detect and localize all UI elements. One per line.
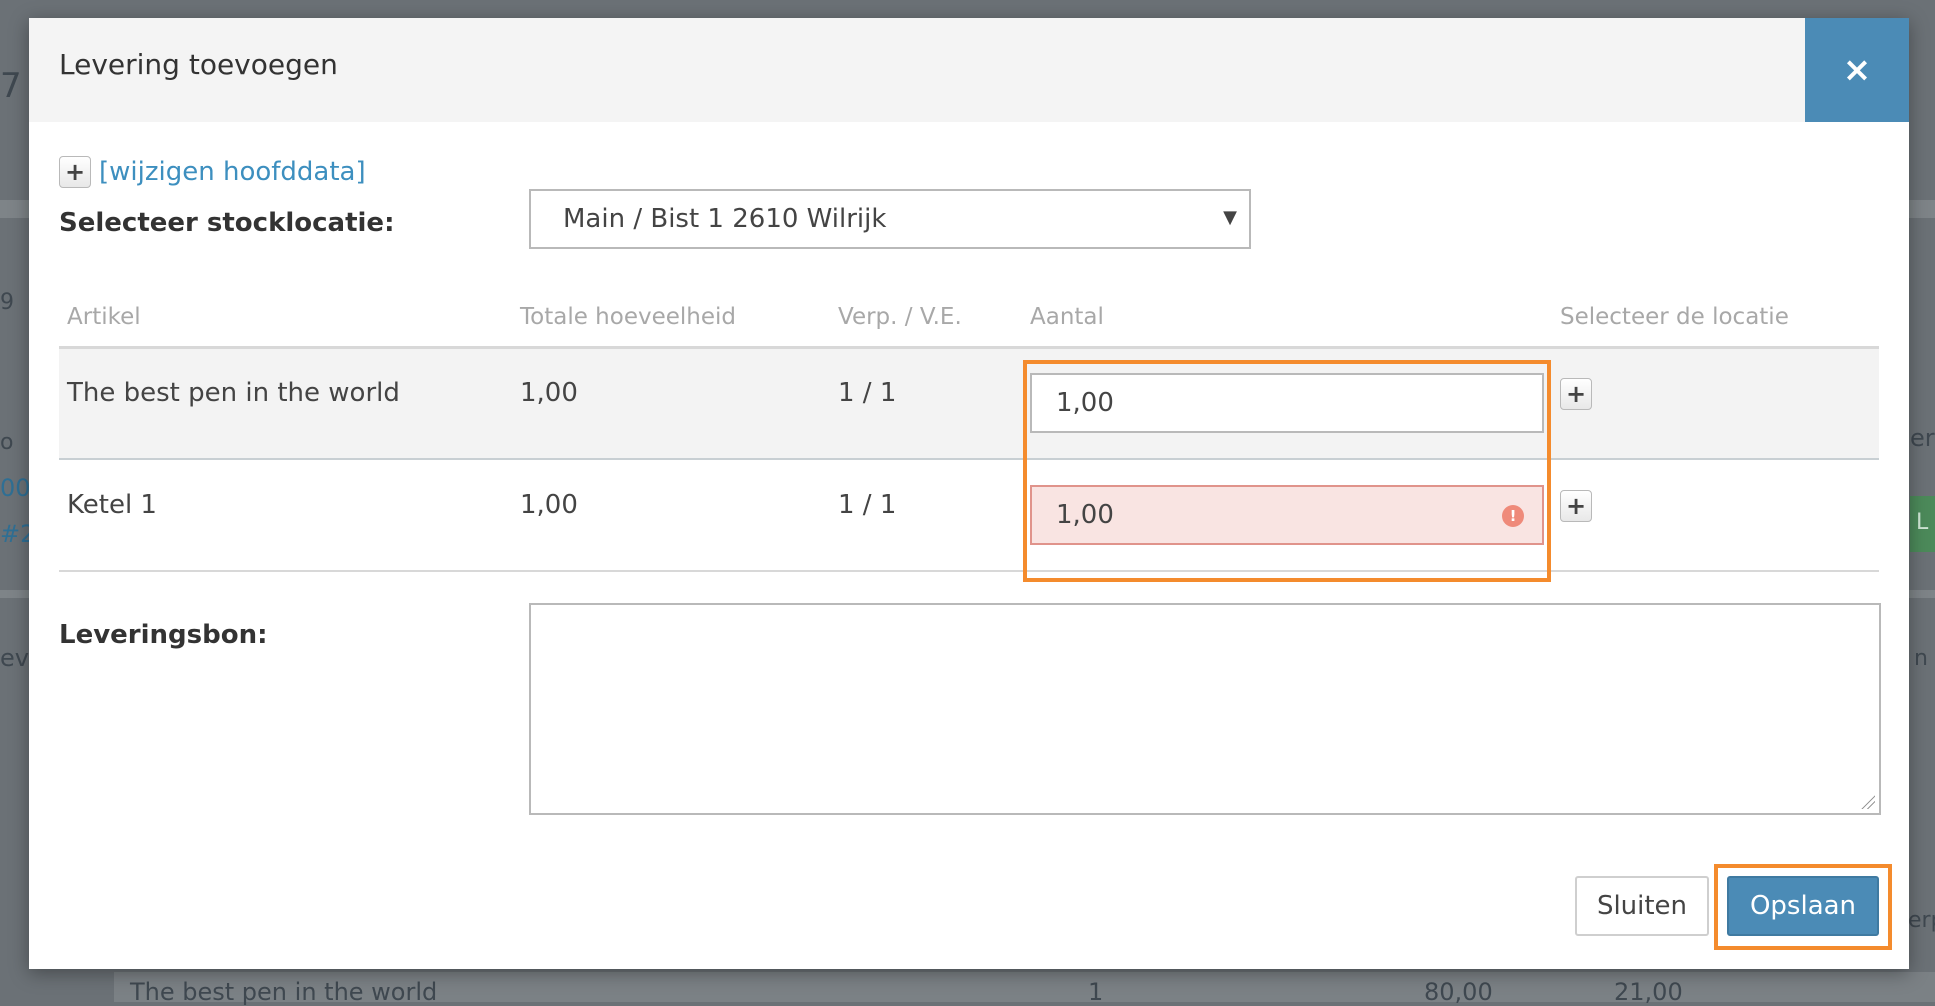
save-highlight-box: [1714, 864, 1892, 950]
row-packaging: 1 / 1: [838, 490, 897, 520]
quantity-highlight-box: [1023, 360, 1551, 582]
background-fragment: 00: [0, 474, 31, 502]
background-fragment: 7: [0, 66, 22, 106]
column-header-packaging: Verp. / V.E.: [838, 304, 962, 330]
add-delivery-modal: Levering toevoegen × + [wijzigen hoofdda…: [29, 18, 1909, 969]
background-fragment: 9: [0, 290, 14, 315]
table-bottom-divider: [59, 570, 1879, 572]
row-article: The best pen in the world: [67, 378, 400, 408]
stock-location-select[interactable]: Main / Bist 1 2610 Wilrijk ▼: [529, 189, 1251, 249]
row-total-quantity: 1,00: [520, 378, 578, 408]
chevron-down-icon: ▼: [1223, 207, 1237, 228]
background-fragment: o: [0, 430, 14, 455]
column-header-quantity: Aantal: [1030, 304, 1104, 330]
stock-location-value: Main / Bist 1 2610 Wilrijk: [563, 204, 887, 234]
background-fragment: L: [1916, 510, 1929, 535]
edit-main-data-row: + [wijzigen hoofddata]: [59, 156, 366, 188]
modal-title: Levering toevoegen: [59, 48, 338, 81]
plus-icon: +: [1565, 380, 1587, 408]
close-modal-button[interactable]: ×: [1805, 18, 1909, 122]
close-icon: ×: [1842, 50, 1872, 90]
edit-main-data-link[interactable]: [wijzigen hoofddata]: [99, 157, 366, 187]
plus-icon: +: [64, 158, 86, 186]
background-fragment: erp: [1908, 908, 1935, 933]
column-header-select-location: Selecteer de locatie: [1560, 304, 1789, 330]
delivery-note-textarea[interactable]: [529, 603, 1881, 815]
delivery-note-label: Leveringsbon:: [59, 620, 268, 650]
plus-icon: +: [1565, 492, 1587, 520]
table-row-divider: [59, 458, 1879, 460]
expand-main-data-button[interactable]: +: [59, 156, 91, 188]
row-article: Ketel 1: [67, 490, 157, 520]
background-table-row: The best pen in the world 1 80,00 21,00: [114, 972, 1935, 1006]
modal-header: Levering toevoegen ×: [29, 18, 1909, 122]
add-location-button[interactable]: +: [1560, 378, 1592, 410]
row-packaging: 1 / 1: [838, 378, 897, 408]
resize-handle-icon[interactable]: [1861, 795, 1875, 809]
close-button[interactable]: Sluiten: [1575, 876, 1709, 936]
background-fragment: er: [1910, 424, 1935, 452]
column-header-article: Artikel: [67, 304, 141, 330]
row-total-quantity: 1,00: [520, 490, 578, 520]
background-fragment: n: [1914, 646, 1928, 671]
add-location-button[interactable]: +: [1560, 490, 1592, 522]
column-header-total-quantity: Totale hoeveelheid: [520, 304, 736, 330]
stock-location-label: Selecteer stocklocatie:: [59, 208, 395, 238]
